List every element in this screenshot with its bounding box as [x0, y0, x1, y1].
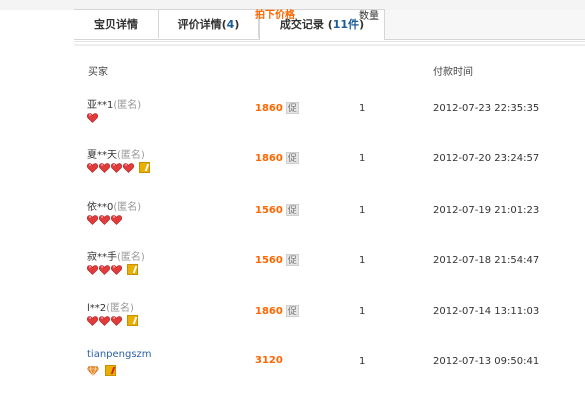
- price-cell: 1860 促: [255, 152, 299, 164]
- vip-badge-icon: [127, 315, 138, 326]
- promo-tag: 促: [285, 102, 299, 114]
- pay-time-cell: 2012-07-19 21:01:23: [433, 205, 540, 216]
- quantity-cell: 1: [359, 103, 366, 114]
- pay-time-cell: 2012-07-14 13:11:03: [433, 306, 540, 317]
- column-header-price: 拍下价格: [255, 10, 295, 21]
- price-cell: 3120: [255, 355, 283, 366]
- heart-icon: [87, 162, 98, 173]
- heart-icon: [111, 214, 122, 225]
- anonymous-label: (匿名): [117, 150, 145, 161]
- anonymous-label: (匿名): [113, 202, 142, 213]
- price-value: 3120: [255, 355, 283, 366]
- table-row: 夏**天(匿名) 1860 促 1 2012-07-20 23:24:57: [74, 146, 585, 198]
- table-row: tianpengszm 3120 1 2012-07-13 09:50:41: [74, 349, 585, 401]
- promo-tag: 促: [285, 152, 299, 164]
- buyer-name: 寂**手: [87, 252, 117, 263]
- price-cell: 1860 促: [255, 102, 299, 114]
- heart-icon: [111, 264, 122, 275]
- heart-icon: [87, 214, 98, 225]
- buyer-credit-badges: [87, 365, 116, 376]
- tab-count: 4: [226, 18, 235, 31]
- table-row: 寂**手(匿名) 1560 促 1 2012-07-18 21:54:47: [74, 248, 585, 300]
- buyer-name: l**2: [87, 303, 107, 314]
- price-value: 1560: [255, 254, 283, 266]
- heart-icon: [99, 264, 110, 275]
- heart-icon: [111, 162, 122, 173]
- tab-bar: 宝贝详情 评价详情(4) 成交记录 (11件): [74, 9, 585, 41]
- quantity-cell: 1: [359, 153, 366, 164]
- pay-time-cell: 2012-07-23 22:35:35: [433, 103, 540, 114]
- anonymous-label: (匿名): [117, 252, 145, 263]
- price-value: 1860: [255, 102, 283, 114]
- heart-icon: [111, 315, 122, 326]
- table-row: 亚**1(匿名) 1860 促 1 2012-07-23 22:35:35: [74, 96, 585, 148]
- divider: [74, 41, 585, 42]
- tab-label: 评价详情: [177, 18, 222, 31]
- price-value: 1560: [255, 204, 283, 216]
- vip-badge-icon: [139, 162, 150, 173]
- buyer-cell: l**2(匿名): [87, 299, 134, 314]
- promo-tag: 促: [285, 254, 299, 266]
- heart-icon: [99, 214, 110, 225]
- anonymous-label: (匿名): [106, 303, 134, 314]
- tab-label: 宝贝详情: [94, 18, 138, 31]
- pay-time-cell: 2012-07-20 23:24:57: [433, 153, 540, 164]
- heart-icon: [99, 315, 110, 326]
- divider: [74, 44, 585, 46]
- buyer-credit-badges: [87, 112, 99, 123]
- column-header-buyer: 买家: [88, 67, 108, 78]
- quantity-cell: 1: [359, 356, 366, 367]
- buyer-name: 夏**天: [87, 150, 117, 161]
- quantity-cell: 1: [359, 306, 366, 317]
- quantity-cell: 1: [359, 205, 366, 216]
- price-value: 1860: [255, 152, 283, 164]
- tab-count: 11件: [332, 18, 360, 31]
- buyer-link[interactable]: tianpengszm: [87, 349, 152, 360]
- column-header-pay-time: 付款时间: [433, 67, 473, 78]
- buyer-cell: 夏**天(匿名): [87, 146, 145, 161]
- tab-reviews[interactable]: 评价详情(4): [159, 9, 259, 38]
- table-row: l**2(匿名) 1860 促 1 2012-07-14 13:11:03: [74, 299, 585, 351]
- buyer-cell: 亚**1(匿名): [87, 96, 141, 111]
- buyer-name: 亚**1: [87, 100, 114, 111]
- heart-icon: [87, 264, 98, 275]
- buyer-credit-badges: [87, 315, 138, 326]
- tab-item-details[interactable]: 宝贝详情: [74, 9, 159, 38]
- promo-tag: 促: [285, 305, 299, 317]
- vip-badge-icon: [105, 365, 116, 376]
- buyer-credit-badges: [87, 214, 123, 225]
- heart-icon: [87, 112, 98, 123]
- heart-icon: [123, 162, 134, 173]
- buyer-cell: 寂**手(匿名): [87, 248, 145, 263]
- price-value: 1860: [255, 305, 283, 317]
- promo-tag: 促: [285, 204, 299, 216]
- buyer-cell: tianpengszm: [87, 349, 152, 360]
- pay-time-cell: 2012-07-13 09:50:41: [433, 356, 540, 367]
- buyer-name: 依**0: [87, 202, 114, 213]
- vip-badge-icon: [127, 264, 138, 275]
- diamond-icon: [87, 365, 99, 376]
- buyer-credit-badges: [87, 162, 150, 173]
- price-cell: 1860 促: [255, 305, 299, 317]
- table-row: 依**0(匿名) 1560 促 1 2012-07-19 21:01:23: [74, 198, 585, 250]
- pay-time-cell: 2012-07-18 21:54:47: [433, 255, 540, 266]
- price-cell: 1560 促: [255, 204, 299, 216]
- column-header-quantity: 数量: [359, 11, 379, 22]
- buyer-cell: 依**0(匿名): [87, 198, 141, 213]
- heart-icon: [87, 315, 98, 326]
- price-cell: 1560 促: [255, 254, 299, 266]
- quantity-cell: 1: [359, 255, 366, 266]
- buyer-credit-badges: [87, 264, 138, 275]
- anonymous-label: (匿名): [113, 100, 142, 111]
- heart-icon: [99, 162, 110, 173]
